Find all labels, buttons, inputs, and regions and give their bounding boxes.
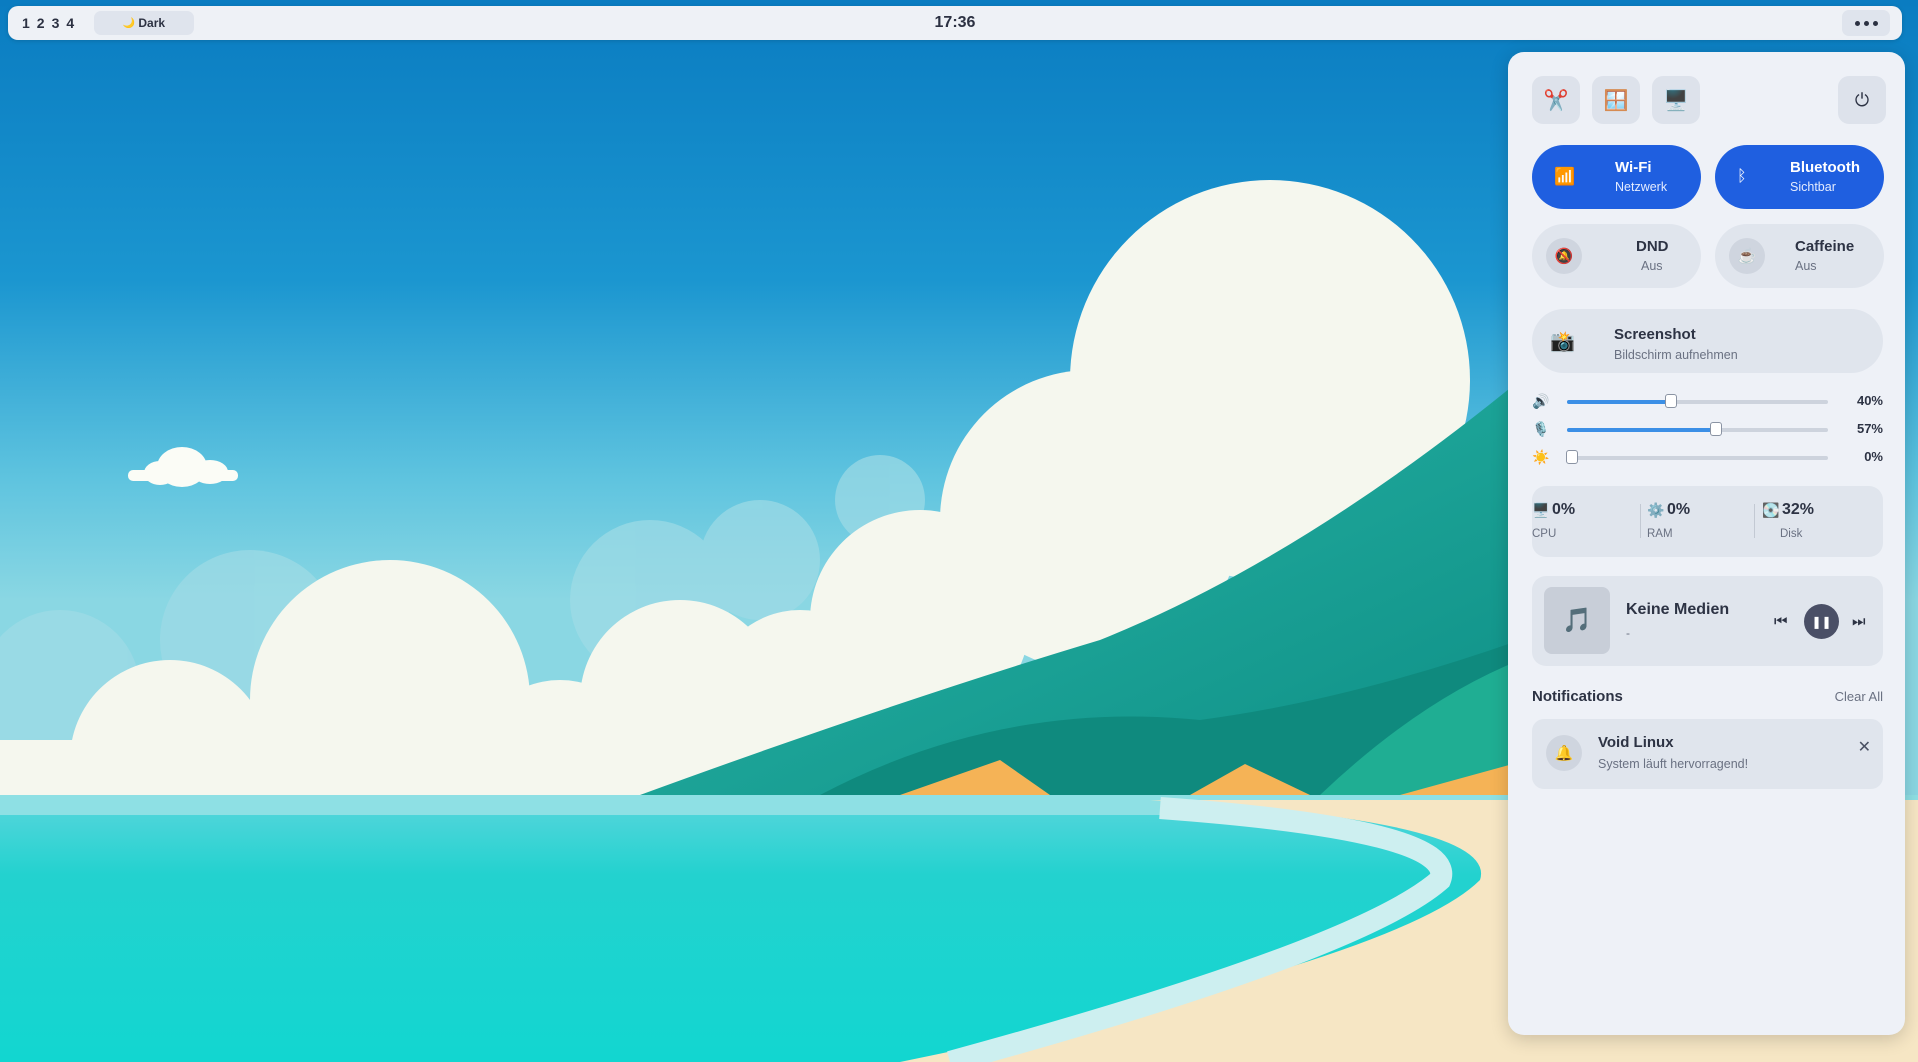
volume-percent: 40%	[1856, 393, 1883, 408]
volume-handle[interactable]	[1665, 394, 1678, 408]
cpu-label: CPU	[1532, 528, 1557, 540]
media-title: Keine Medien	[1626, 601, 1730, 618]
control-center-panel: ✂️ 🪟 🖥️ ⏻ 📶 Wi-Fi Netzwerk ᛒ Bluetooth S…	[1508, 52, 1905, 1035]
caffeine-subtitle: Aus	[1795, 259, 1817, 273]
scissors-icon: ✂️	[1543, 89, 1569, 112]
display-settings-button[interactable]: 🖥️	[1652, 76, 1700, 124]
wifi-toggle[interactable]: 📶 Wi-Fi Netzwerk	[1532, 145, 1701, 209]
notification-title: Void Linux	[1598, 734, 1674, 751]
volume-slider-row: 🔊 40%	[1532, 392, 1883, 410]
previous-track-button[interactable]: ⏮	[1774, 576, 1788, 666]
bell-off-icon: 🔕	[1546, 238, 1582, 274]
coffee-icon: ☕	[1729, 238, 1765, 274]
skip-back-icon: ⏮	[1774, 612, 1788, 630]
caffeine-title: Caffeine	[1795, 238, 1855, 255]
theme-label: Dark	[138, 16, 166, 30]
mic-slider[interactable]	[1567, 422, 1828, 436]
album-art: 🎵	[1544, 587, 1610, 654]
screenshot-subtitle: Bildschirm aufnehmen	[1614, 348, 1738, 362]
dnd-subtitle: Aus	[1641, 259, 1663, 273]
screenshot-button[interactable]: 📸 Screenshot Bildschirm aufnehmen	[1532, 309, 1883, 373]
skip-forward-icon: ⏭	[1852, 612, 1866, 630]
cpu-value: 0%	[1552, 501, 1576, 518]
bluetooth-title: Bluetooth	[1790, 159, 1860, 176]
notification-body: System läuft hervorragend!	[1598, 757, 1749, 771]
sun-icon: ☀️	[1532, 449, 1550, 465]
next-track-button[interactable]: ⏭	[1852, 576, 1866, 666]
media-artist: -	[1626, 626, 1630, 640]
caffeine-toggle[interactable]: ☕ Caffeine Aus	[1715, 224, 1884, 288]
mic-percent: 57%	[1856, 421, 1883, 436]
dot-icon	[1854, 20, 1860, 26]
bluetooth-icon: ᛒ	[1737, 168, 1747, 185]
wifi-subtitle: Netzwerk	[1615, 180, 1668, 194]
monitor-icon: 🖥️	[1663, 89, 1689, 112]
mic-fill	[1567, 428, 1716, 432]
notification-item[interactable]: 🔔 Void Linux System läuft hervorragend! …	[1532, 719, 1883, 789]
more-menu-button[interactable]	[1842, 10, 1890, 36]
cpu-icon: 🖥️	[1532, 502, 1550, 518]
volume-fill	[1567, 400, 1672, 404]
close-notification-button[interactable]: ✕	[1858, 737, 1871, 757]
stat-divider	[1640, 504, 1641, 538]
microphone-icon: 🎙️	[1532, 421, 1550, 437]
workspace-3[interactable]: 3	[52, 15, 60, 31]
power-icon: ⏻	[1854, 89, 1870, 110]
disk-label: Disk	[1780, 528, 1803, 540]
mic-slider-row: 🎙️ 57%	[1532, 420, 1883, 438]
camera-icon: 📸	[1550, 330, 1575, 353]
play-pause-button[interactable]: ❚❚	[1804, 604, 1839, 639]
ram-label: RAM	[1647, 528, 1673, 540]
brightness-slider[interactable]	[1566, 450, 1828, 464]
screenshot-tool-button[interactable]: ✂️	[1532, 76, 1580, 124]
volume-slider[interactable]	[1567, 394, 1828, 408]
workspace-2[interactable]: 2	[37, 15, 45, 31]
window-manager-button[interactable]: 🪟	[1592, 76, 1640, 124]
dnd-toggle[interactable]: 🔕 DND Aus	[1532, 224, 1701, 288]
disk-icon: 💽	[1762, 502, 1780, 518]
brightness-slider-row: ☀️ 0%	[1532, 448, 1883, 466]
workspace-4[interactable]: 4	[66, 15, 74, 31]
brightness-handle[interactable]	[1566, 450, 1579, 464]
clock: 17:36	[934, 14, 976, 31]
workspace-switcher: 1 2 3 4	[22, 6, 74, 40]
moon-icon: 🌙	[122, 17, 136, 29]
dnd-title: DND	[1636, 238, 1669, 255]
system-stats: 🖥️ 0% CPU ⚙️ 0% RAM 💽 32% Disk	[1532, 486, 1883, 557]
bluetooth-subtitle: Sichtbar	[1790, 180, 1836, 194]
power-button[interactable]: ⏻	[1838, 76, 1886, 124]
dot-icon	[1863, 20, 1869, 26]
disk-stat: 💽 32% Disk	[1762, 486, 1872, 557]
ram-stat: ⚙️ 0% RAM	[1647, 486, 1747, 557]
screenshot-title: Screenshot	[1614, 326, 1696, 343]
theme-toggle-button[interactable]: 🌙 Dark	[94, 11, 194, 35]
stat-divider	[1754, 504, 1755, 538]
window-icon: 🪟	[1603, 89, 1629, 112]
media-player: 🎵 Keine Medien - ⏮ ❚❚ ⏭	[1532, 576, 1883, 666]
ram-value: 0%	[1667, 501, 1691, 518]
notifications-heading: Notifications	[1532, 688, 1623, 705]
ram-icon: ⚙️	[1647, 502, 1665, 518]
top-bar: 1 2 3 4 🌙 Dark 17:36	[8, 6, 1902, 40]
wifi-icon: 📶	[1554, 167, 1576, 186]
disk-value: 32%	[1782, 501, 1815, 518]
pause-icon: ❚❚	[1811, 614, 1832, 629]
clear-all-button[interactable]: Clear All	[1835, 689, 1883, 704]
workspace-1[interactable]: 1	[22, 15, 30, 31]
bluetooth-toggle[interactable]: ᛒ Bluetooth Sichtbar	[1715, 145, 1884, 209]
bell-glyph: 🔔	[1554, 745, 1574, 762]
speaker-icon: 🔊	[1532, 393, 1550, 409]
dot-icon	[1872, 20, 1878, 26]
mic-handle[interactable]	[1709, 422, 1722, 436]
music-note-icon: 🎵	[1562, 607, 1592, 634]
wifi-title: Wi-Fi	[1615, 159, 1652, 176]
cpu-stat: 🖥️ 0% CPU	[1532, 486, 1632, 557]
brightness-percent: 0%	[1864, 449, 1883, 464]
bell-icon: 🔔	[1546, 735, 1582, 771]
